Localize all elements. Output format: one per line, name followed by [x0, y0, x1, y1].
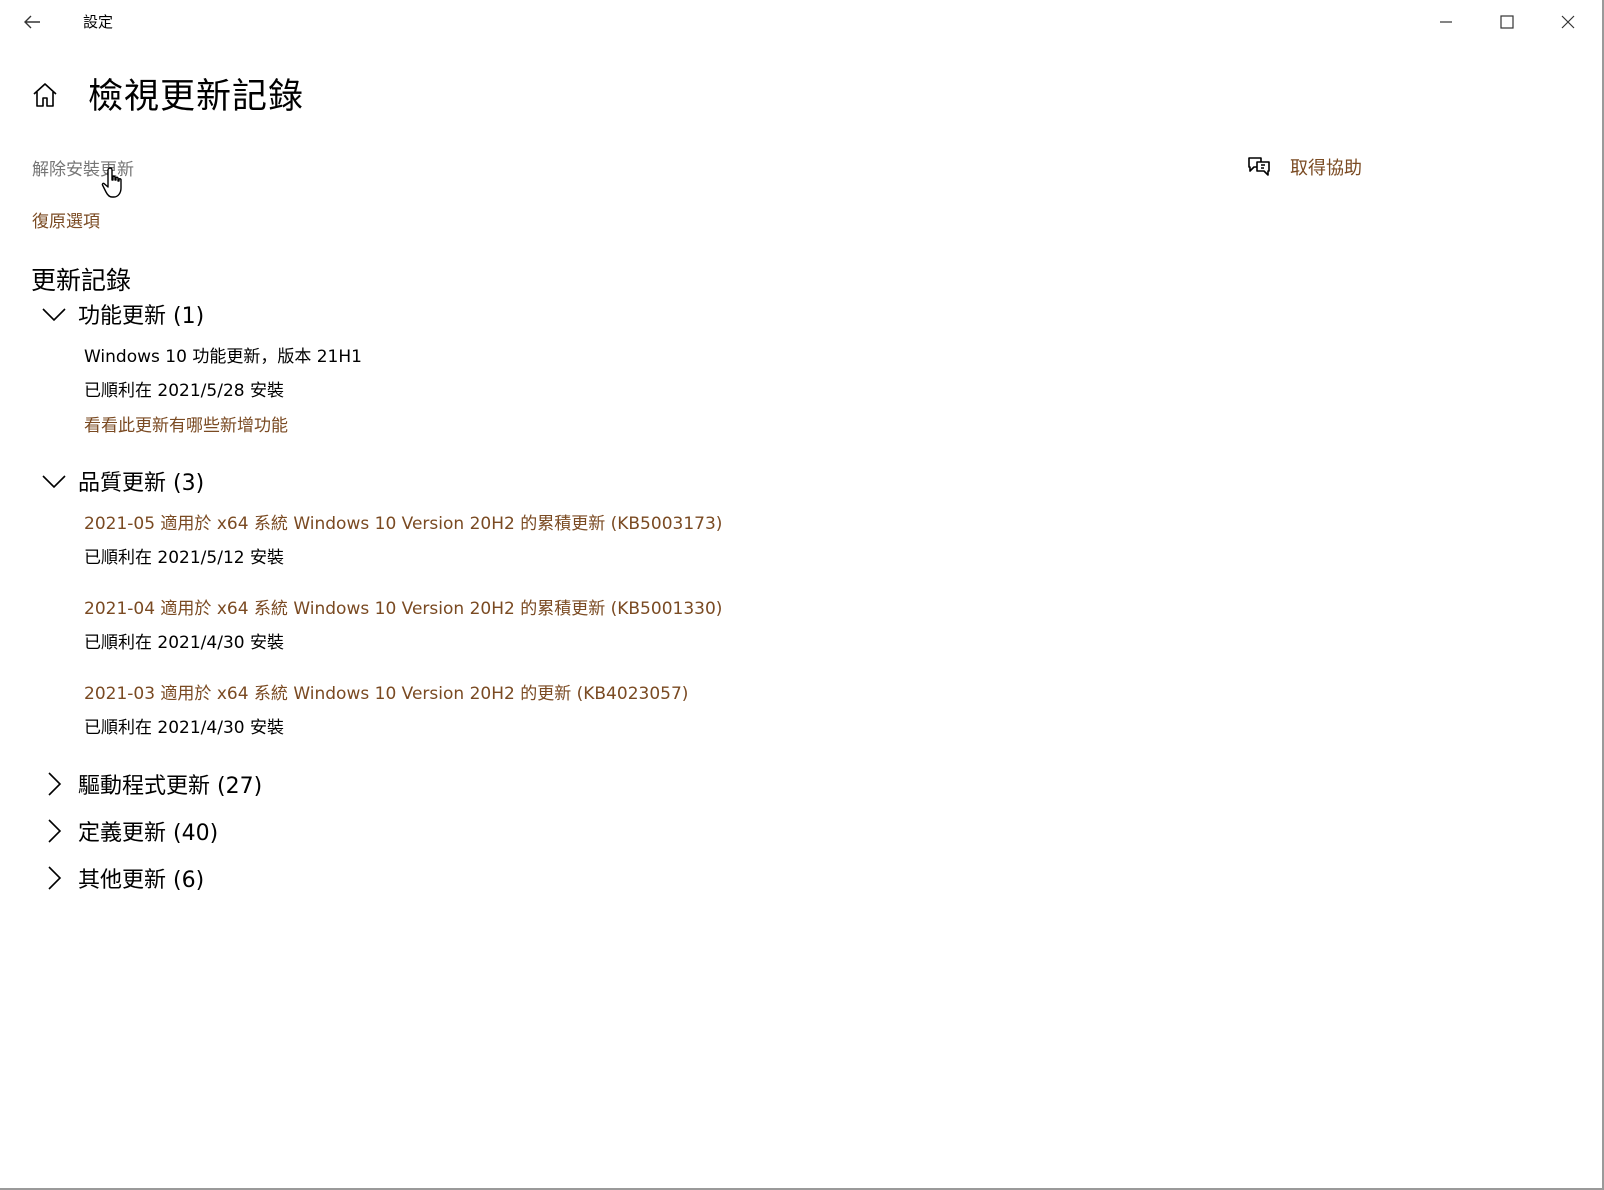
- maximize-button[interactable]: [1477, 0, 1537, 44]
- chat-help-icon: [1245, 153, 1273, 181]
- get-help-link[interactable]: 取得協助: [1245, 152, 1362, 182]
- feature-update-name: Windows 10 功能更新，版本 21H1: [84, 347, 362, 367]
- minimize-icon: [1440, 21, 1452, 23]
- back-arrow-icon: [24, 15, 40, 29]
- other-updates-label: 其他更新 (6): [78, 868, 205, 893]
- chevron-right-icon: [40, 864, 68, 892]
- quality-update-link-kb5001330[interactable]: 2021-04 適用於 x64 系統 Windows 10 Version 20…: [84, 594, 722, 619]
- home-icon: [33, 83, 57, 107]
- app-title: 設定: [83, 13, 114, 31]
- settings-window: 設定 檢視更新記錄 解除安裝更新 復原選項 取得協助 更新記錄 功能更新 (1)…: [0, 0, 1604, 1190]
- update-history-title: 更新記錄: [31, 266, 132, 295]
- quality-update-link-kb5003173[interactable]: 2021-05 適用於 x64 系統 Windows 10 Version 20…: [84, 509, 722, 534]
- recovery-options-link[interactable]: 復原選項: [32, 207, 100, 232]
- hand-cursor-icon: [101, 167, 122, 198]
- home-button[interactable]: [28, 78, 62, 112]
- close-button[interactable]: [1538, 0, 1598, 44]
- whats-new-link[interactable]: 看看此更新有哪些新增功能: [84, 411, 288, 436]
- other-updates-header[interactable]: 其他更新 (6): [40, 862, 204, 894]
- chevron-right-icon: [40, 770, 68, 798]
- close-icon: [1561, 15, 1575, 29]
- quality-update-status: 已順利在 2021/4/30 安裝: [84, 633, 284, 653]
- quality-update-status: 已順利在 2021/4/30 安裝: [84, 718, 284, 738]
- feature-updates-label: 功能更新 (1): [78, 304, 205, 329]
- quality-updates-label: 品質更新 (3): [78, 471, 205, 496]
- back-button[interactable]: [14, 6, 50, 38]
- definition-updates-label: 定義更新 (40): [78, 821, 219, 846]
- feature-updates-header[interactable]: 功能更新 (1): [40, 298, 204, 330]
- driver-updates-header[interactable]: 驅動程式更新 (27): [40, 768, 262, 800]
- chevron-down-icon: [40, 467, 68, 495]
- quality-update-link-kb4023057[interactable]: 2021-03 適用於 x64 系統 Windows 10 Version 20…: [84, 679, 688, 704]
- maximize-icon: [1500, 15, 1514, 29]
- chevron-down-icon: [40, 300, 68, 328]
- page-title: 檢視更新記錄: [88, 77, 305, 117]
- chevron-right-icon: [40, 817, 68, 845]
- driver-updates-label: 驅動程式更新 (27): [78, 774, 263, 799]
- quality-updates-header[interactable]: 品質更新 (3): [40, 465, 204, 497]
- definition-updates-header[interactable]: 定義更新 (40): [40, 815, 218, 847]
- title-bar: 設定: [0, 0, 1600, 44]
- feature-update-status: 已順利在 2021/5/28 安裝: [84, 381, 284, 401]
- get-help-label: 取得協助: [1290, 158, 1362, 179]
- quality-update-status: 已順利在 2021/5/12 安裝: [84, 548, 284, 568]
- minimize-button[interactable]: [1416, 0, 1476, 44]
